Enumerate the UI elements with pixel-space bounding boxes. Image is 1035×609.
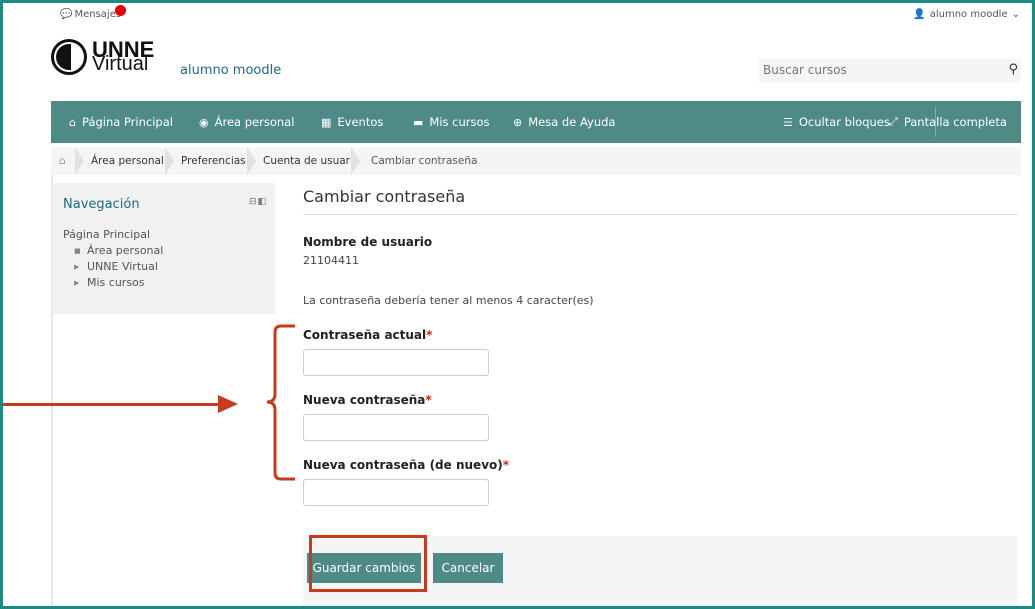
nav-tree: Página Principal ■ Área personal ▶ UNNE … (63, 227, 163, 291)
search-box: ⚲ (759, 59, 1021, 83)
fullscreen-button[interactable]: ⤢ Pantalla completa (889, 101, 1007, 143)
expand-arrow-icon: ▶ (74, 279, 80, 287)
annotation-bracket (266, 324, 295, 481)
username-value: 21104411 (303, 254, 359, 267)
nav-tree-root[interactable]: Página Principal (63, 227, 163, 243)
logo-mark-icon (51, 39, 87, 75)
home-icon[interactable]: ⌂ (59, 147, 66, 175)
nav-tree-label: UNNE Virtual (87, 260, 158, 273)
site-header: UNNE Virtual alumno moodle ⚲ (3, 25, 1032, 101)
nav-item-label: Eventos (337, 115, 384, 129)
new-password-label: Nueva contraseña* (303, 393, 432, 407)
notification-badge (115, 5, 126, 16)
breadcrumb-separator (351, 147, 360, 175)
current-password-field[interactable] (303, 349, 489, 376)
nav-item-label: Área personal (214, 115, 295, 129)
nav-tree-item[interactable]: ▶ Mis cursos (63, 275, 163, 291)
confirm-password-label: Nueva contraseña (de nuevo)* (303, 458, 509, 472)
expand-icon: ⤢ (889, 115, 898, 128)
breadcrumb-item[interactable]: Preferencias (181, 147, 246, 175)
field-label: Contraseña actual (303, 328, 427, 342)
nav-item-help[interactable]: ⊕ Mesa de Ayuda (513, 101, 615, 143)
chat-icon: 💬 (60, 9, 73, 20)
required-marker: * (425, 393, 432, 407)
list-icon: ☰ (783, 115, 793, 129)
nav-item-label: Página Principal (81, 115, 173, 129)
annotation-highlight-box (309, 535, 427, 592)
dashboard-icon: ◉ (199, 115, 209, 129)
hide-blocks-label: Ocultar bloques (798, 115, 890, 129)
nav-tree-label: Área personal (87, 244, 164, 257)
hide-blocks-button[interactable]: ☰ Ocultar bloques (783, 101, 890, 143)
cancel-button[interactable]: Cancelar (433, 553, 503, 583)
site-logo[interactable]: UNNE Virtual (51, 39, 154, 75)
block-title: Navegación (63, 197, 140, 212)
breadcrumb-item[interactable]: Cuenta de usuario (263, 147, 359, 175)
bullet-icon: ■ (74, 247, 81, 255)
search-icon[interactable]: ⚲ (1008, 62, 1018, 77)
fullscreen-label: Pantalla completa (903, 115, 1007, 129)
breadcrumb-separator (165, 147, 174, 175)
user-menu[interactable]: 👤 alumno moodle ⌄ (913, 9, 1020, 20)
annotation-arrow-head (218, 395, 238, 413)
logo-line2: Virtual (92, 53, 149, 75)
site-name[interactable]: alumno moodle (180, 63, 281, 78)
new-password-field[interactable] (303, 414, 489, 441)
breadcrumb-item[interactable]: Área personal (91, 147, 164, 175)
annotation-arrow-line (3, 403, 228, 406)
courses-icon: ▬ (413, 115, 424, 129)
nav-item-home[interactable]: ⌂ Página Principal (69, 101, 173, 143)
nav-item-dashboard[interactable]: ◉ Área personal (199, 101, 294, 143)
nav-tree-item[interactable]: ▶ UNNE Virtual (63, 259, 163, 275)
user-name: alumno moodle (929, 9, 1008, 20)
calendar-icon: ▦ (321, 115, 332, 129)
nav-tree-label: Mis cursos (87, 276, 145, 289)
dock-icon[interactable]: ◧ (257, 197, 267, 207)
breadcrumb-separator (247, 147, 256, 175)
breadcrumb-current: Cambiar contraseña (371, 155, 478, 167)
required-marker: * (426, 328, 433, 342)
help-icon: ⊕ (513, 115, 523, 129)
expand-arrow-icon: ▶ (74, 263, 80, 271)
browser-frame: 💬 Mensajes 👤 alumno moodle ⌄ UNNE Virtua… (0, 0, 1035, 609)
nav-item-courses[interactable]: ▬ Mis cursos (413, 101, 490, 143)
nav-tree-item[interactable]: ■ Área personal (63, 243, 163, 259)
page-title: Cambiar contraseña (303, 187, 466, 206)
title-divider (303, 214, 1018, 215)
chevron-down-icon: ⌄ (1011, 9, 1020, 20)
main-navbar: ⌂ Página Principal ◉ Área personal ▦ Eve… (51, 101, 1021, 143)
required-marker: * (502, 458, 510, 472)
home-icon: ⌂ (69, 115, 76, 129)
field-label: Nueva contraseña (303, 393, 426, 407)
password-rule-note: La contraseña debería tener al menos 4 c… (303, 294, 594, 307)
nav-item-label: Mis cursos (429, 115, 490, 129)
search-input[interactable] (759, 59, 987, 81)
breadcrumb: ⌂ Área personal Preferencias Cuenta de u… (51, 147, 1021, 175)
user-icon: 👤 (913, 9, 926, 20)
breadcrumb-separator (75, 147, 84, 175)
username-label: Nombre de usuario (303, 235, 433, 249)
current-password-label: Contraseña actual* (303, 328, 432, 342)
block-controls: ⊟◧ (249, 197, 267, 207)
confirm-password-field[interactable] (303, 479, 489, 506)
navigation-block: Navegación ⊟◧ Página Principal ■ Área pe… (53, 183, 275, 314)
nav-item-label: Mesa de Ayuda (528, 115, 616, 129)
nav-item-events[interactable]: ▦ Eventos (321, 101, 383, 143)
messages-link[interactable]: 💬 Mensajes (60, 5, 126, 20)
field-label: Nueva contraseña (de nuevo) (303, 458, 503, 472)
